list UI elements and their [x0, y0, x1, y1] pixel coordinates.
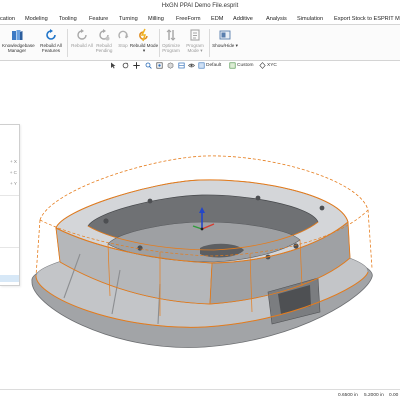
knowledgebase-icon	[12, 30, 23, 40]
view-cube-icon[interactable]	[167, 62, 174, 69]
visibility-icon[interactable]	[188, 62, 195, 69]
menu-item-export-stock[interactable]: Export Stock to ESPRIT Mold	[334, 13, 400, 24]
panel-selected-item[interactable]	[0, 275, 19, 282]
rebuild-icon	[46, 29, 56, 40]
menu-item-modeling[interactable]: Modeling	[25, 13, 48, 24]
shortcut-y-label: + Y	[10, 181, 17, 186]
program-mode-label: Program Mode ▾	[186, 43, 204, 54]
menu-item-additive[interactable]: Additive	[233, 13, 253, 24]
show-hide-button[interactable]: Show/Hide ▾	[210, 28, 240, 48]
view-toolbar: Default Custom XYC	[0, 61, 400, 71]
workplane-icon[interactable]	[259, 62, 266, 69]
menu-item-freeform[interactable]: FreeForm	[176, 13, 201, 24]
coordinate-y-readout: 5.2000 in	[364, 393, 384, 398]
show-hide-label: Show/Hide ▾	[212, 43, 238, 48]
default-view-icon[interactable]	[198, 62, 205, 69]
shortcut-c-label: + C	[9, 170, 17, 175]
ribbon-toolbar: Knowledgebase Manager Rebuild All Featur…	[0, 25, 400, 61]
menu-bar: cation Modeling Tooling Feature Turning …	[0, 13, 400, 25]
rebuild-disabled-icon	[77, 29, 87, 40]
rebuild-all-features-label: Rebuild All Features	[40, 43, 62, 54]
side-flyout-panel: + X + C + Y	[0, 124, 20, 286]
custom-view-label[interactable]: Custom	[237, 61, 254, 71]
knowledgebase-manager-label: Knowledgebase Manager	[2, 43, 35, 54]
program-mode-button[interactable]: Program Mode ▾	[180, 28, 210, 54]
menu-item-feature[interactable]: Feature	[89, 13, 108, 24]
zoom-icon[interactable]	[145, 62, 152, 69]
shortcut-x-label: + X	[9, 159, 17, 164]
select-arrow-icon[interactable]	[110, 62, 117, 69]
graphics-viewport[interactable]: + X + C + Y	[0, 71, 400, 389]
optimize-icon	[166, 29, 176, 41]
panel-divider	[0, 247, 19, 248]
workplane-label[interactable]: XYC	[267, 61, 277, 71]
coordinate-z-readout: 0.00	[389, 393, 399, 398]
section-view-icon[interactable]	[178, 62, 185, 69]
window-title: HxGN PPAI Demo File.esprit	[0, 0, 400, 13]
stop-icon	[118, 30, 129, 39]
status-bar: 0.6500 in 5.2000 in 0.00	[0, 389, 400, 400]
rotate-icon[interactable]	[122, 62, 129, 69]
rebuild-mode-label: Rebuild Mode ▾	[129, 43, 159, 54]
default-view-label[interactable]: Default	[206, 61, 221, 71]
panel-divider	[0, 195, 19, 196]
menu-item-edm[interactable]: EDM	[211, 13, 223, 24]
menu-item-application[interactable]: cation	[0, 13, 15, 24]
menu-item-tooling[interactable]: Tooling	[59, 13, 77, 24]
menu-item-milling[interactable]: Milling	[148, 13, 164, 24]
coordinate-x-readout: 0.6500 in	[338, 393, 358, 398]
part-model-render[interactable]	[0, 71, 400, 389]
menu-item-turning[interactable]: Turning	[119, 13, 138, 24]
rebuild-mode-icon	[139, 28, 148, 42]
pan-icon[interactable]	[133, 62, 140, 69]
rebuild-mode-button[interactable]: Rebuild Mode ▾	[129, 28, 159, 54]
program-mode-icon	[190, 29, 200, 41]
knowledgebase-manager-button[interactable]: Knowledgebase Manager	[2, 28, 35, 54]
show-hide-icon	[219, 30, 231, 40]
custom-view-icon[interactable]	[229, 62, 236, 69]
menu-item-simulation[interactable]: Simulation	[297, 13, 323, 24]
zoom-fit-icon[interactable]	[156, 62, 163, 69]
rebuild-all-features-button[interactable]: Rebuild All Features	[36, 28, 66, 54]
menu-item-analysis[interactable]: Analysis	[266, 13, 287, 24]
